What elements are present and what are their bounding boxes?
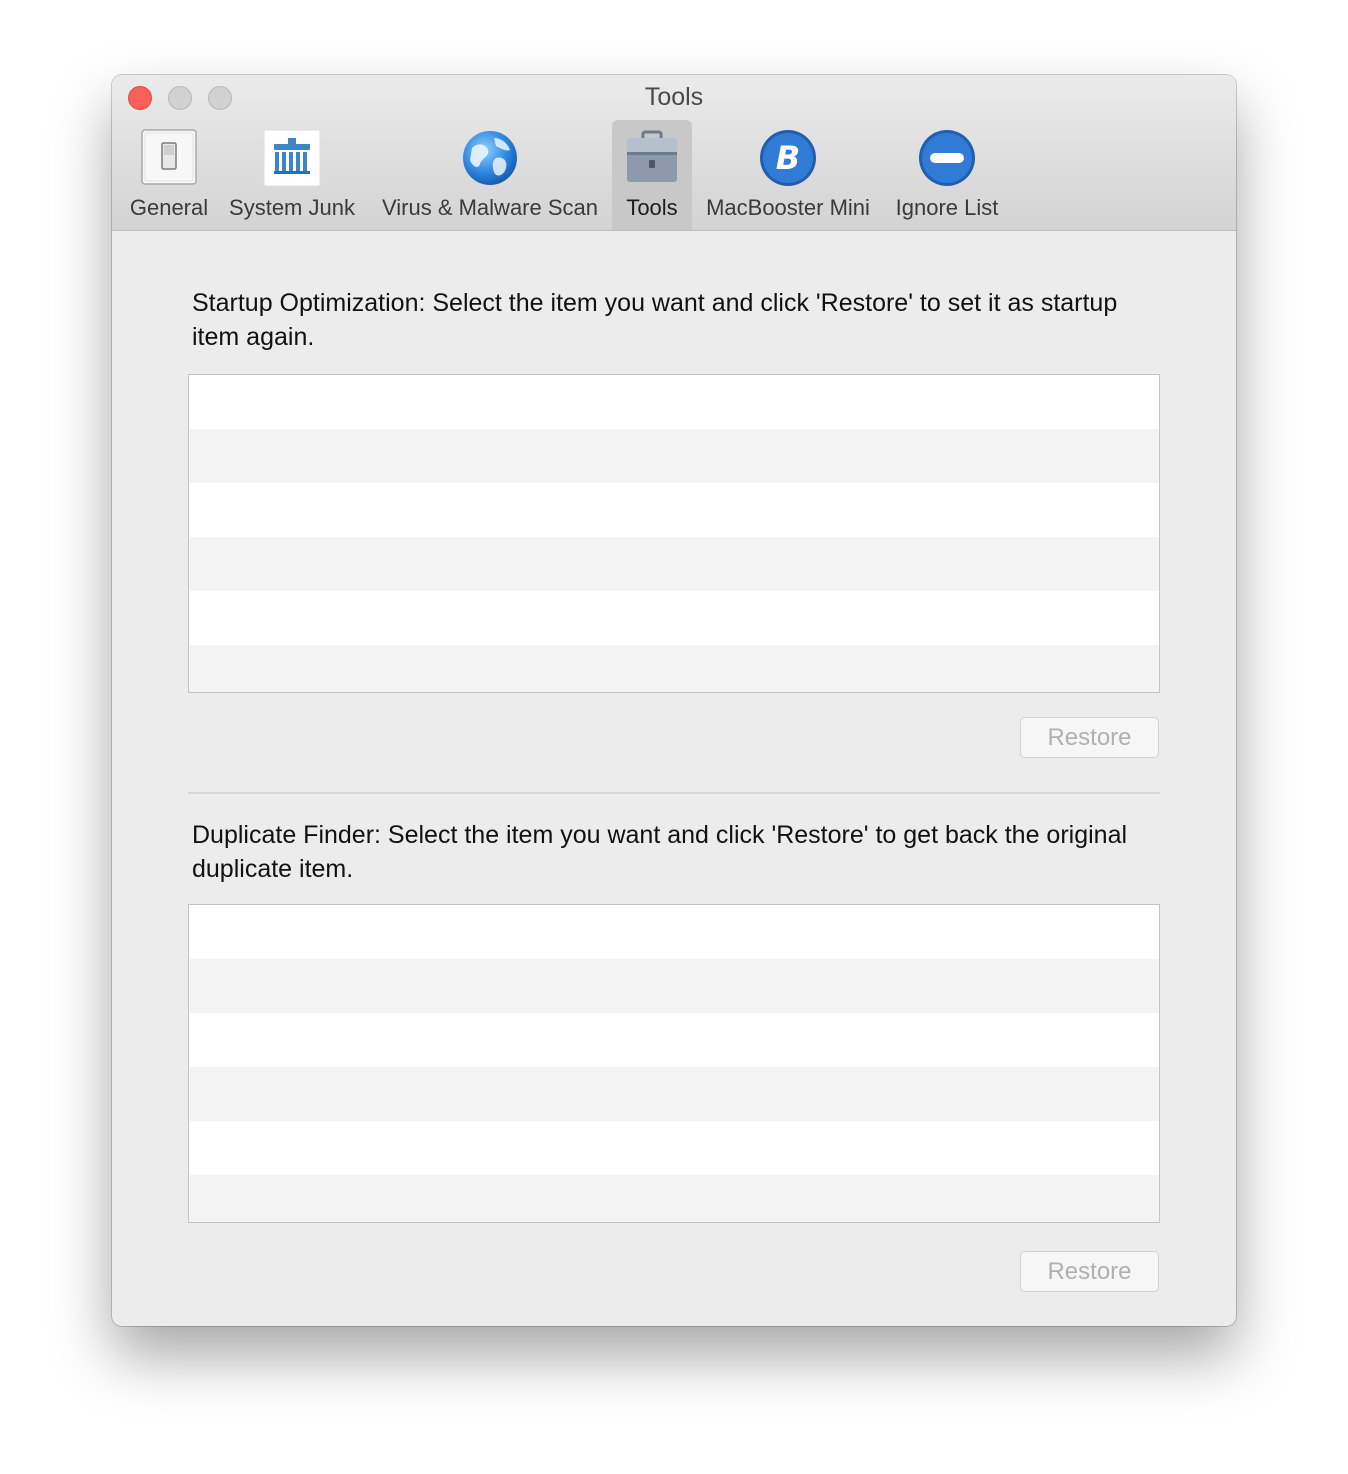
toolbar-label: MacBooster Mini: [706, 195, 870, 220]
duplicate-restore-button[interactable]: Restore: [1020, 1251, 1159, 1292]
list-item[interactable]: [189, 645, 1159, 692]
preferences-window: Tools General System Junk Virus & Malwar…: [112, 75, 1236, 1326]
list-item[interactable]: [189, 1121, 1159, 1175]
toolbar-tab-general[interactable]: General: [122, 120, 216, 230]
list-item[interactable]: [189, 1013, 1159, 1067]
toolbox-icon: [627, 130, 677, 182]
list-item[interactable]: [189, 905, 1159, 959]
toolbar-label: Virus & Malware Scan: [381, 195, 598, 220]
startup-restore-button[interactable]: Restore: [1020, 717, 1159, 758]
titlebar: Tools General System Junk Virus & Malwar…: [112, 75, 1236, 231]
switch-icon: [141, 129, 197, 185]
broom-icon: [263, 129, 321, 187]
list-item[interactable]: [189, 1175, 1159, 1222]
tools-pane: Startup Optimization: Select the item yo…: [112, 231, 1236, 1326]
list-item[interactable]: [189, 959, 1159, 1013]
toolbar-tab-macbooster-mini[interactable]: B MacBooster Mini: [698, 120, 878, 230]
toolbar-label: Tools: [626, 195, 678, 220]
toolbar-label: Ignore List: [895, 195, 999, 220]
list-item[interactable]: [189, 429, 1159, 483]
list-item[interactable]: [189, 1067, 1159, 1121]
startup-optimization-description: Startup Optimization: Select the item yo…: [192, 289, 1118, 351]
window-title: Tools: [644, 83, 704, 111]
duplicate-finder-description: Duplicate Finder: Select the item you wa…: [192, 821, 1128, 883]
macbooster-b-icon: B: [760, 130, 816, 186]
startup-items-list[interactable]: [188, 374, 1160, 693]
toolbar-tab-virus-malware-scan[interactable]: Virus & Malware Scan: [370, 120, 610, 230]
list-item[interactable]: [189, 483, 1159, 537]
svg-text:B: B: [776, 139, 800, 177]
list-item[interactable]: [189, 591, 1159, 645]
toolbar-tab-ignore-list[interactable]: Ignore List: [884, 120, 1010, 230]
toolbar-tab-system-junk[interactable]: System Junk: [222, 120, 362, 230]
no-entry-icon: [919, 130, 975, 186]
duplicate-items-list[interactable]: [188, 904, 1160, 1223]
section-divider: [188, 792, 1160, 794]
toolbar-tab-tools[interactable]: Tools: [612, 120, 692, 230]
list-item[interactable]: [189, 537, 1159, 591]
globe-icon: [463, 131, 517, 185]
list-item[interactable]: [189, 375, 1159, 429]
toolbar-label: General: [129, 195, 209, 220]
toolbar-label: System Junk: [229, 195, 355, 220]
